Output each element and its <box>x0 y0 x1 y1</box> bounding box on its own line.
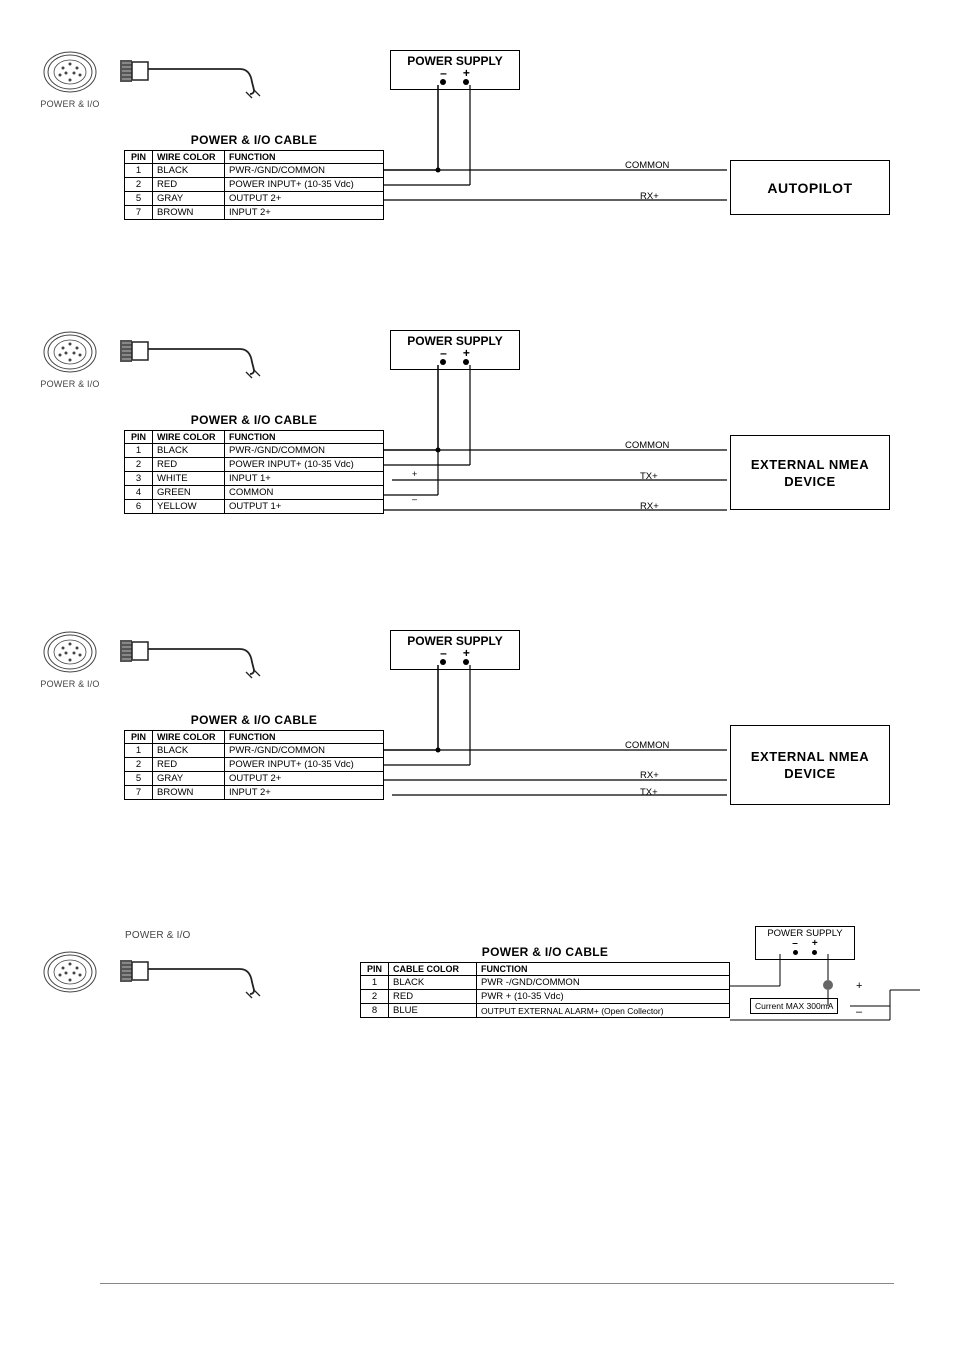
table-row: 1BLACKPWR-/GND/COMMON <box>125 164 384 178</box>
pin-table: PIN WIRE COLOR FUNCTION 1BLACKPWR-/GND/C… <box>124 150 384 220</box>
table-row: 7BROWNINPUT 2+ <box>125 206 384 220</box>
page-footer-rule <box>100 1283 894 1284</box>
table-title: POWER & I/O CABLE <box>124 410 384 430</box>
table-row: 5GRAYOUTPUT 2+ <box>125 192 384 206</box>
power-supply-box: POWER SUPPLY – + <box>755 926 855 960</box>
connector-label: POWER & I/O <box>20 99 120 109</box>
table-row: 2REDPOWER INPUT+ (10-35 Vdc) <box>125 458 384 472</box>
diagram-autopilot: POWER & I/O POWER & I/O CABLE PIN WIRE C… <box>20 50 934 260</box>
signal-label: TX+ <box>640 471 658 482</box>
table-title: POWER & I/O CABLE <box>360 942 730 962</box>
pin-table: PIN WIRE COLOR FUNCTION 1BLACKPWR-/GND/C… <box>124 730 384 800</box>
cable-plug <box>120 950 280 1000</box>
table-row: 4GREENCOMMON <box>125 486 384 500</box>
table-title: POWER & I/O CABLE <box>124 130 384 150</box>
power-supply-box: POWER SUPPLY – + <box>390 330 520 370</box>
cable-plug <box>120 330 280 380</box>
power-supply-box: POWER SUPPLY – + <box>390 50 520 90</box>
connector: POWER & I/O <box>20 630 120 689</box>
cable-plug <box>120 630 280 680</box>
connector-label: POWER & I/O <box>20 379 120 389</box>
signal-label: COMMON <box>625 440 669 451</box>
svg-text:–: – <box>412 494 417 504</box>
power-supply-box: POWER SUPPLY – + <box>390 630 520 670</box>
cable-plug <box>120 50 280 100</box>
table-row: 2REDPWR + (10-35 Vdc) <box>361 990 730 1004</box>
diagram-nmea-2: POWER & I/O POWER & I/O CABLE PIN WIRE C… <box>20 630 934 860</box>
current-note: Current MAX 300mA <box>750 998 838 1014</box>
table-row: 6YELLOWOUTPUT 1+ <box>125 500 384 514</box>
diagram-alarm: POWER & I/O POWER & I/O CABLE PIN CABLE … <box>20 930 934 1070</box>
signal-label: COMMON <box>625 160 669 171</box>
table-row: 2REDPOWER INPUT+ (10-35 Vdc) <box>125 178 384 192</box>
table-row: 1BLACKPWR-/GND/COMMON <box>125 744 384 758</box>
pin-table: PIN CABLE COLOR FUNCTION 1BLACKPWR -/GND… <box>360 962 730 1018</box>
device-box: EXTERNAL NMEA DEVICE <box>730 435 890 510</box>
minus-label: – <box>856 1006 862 1018</box>
svg-text:+: + <box>412 469 417 479</box>
signal-label: TX+ <box>640 787 658 798</box>
device-box: AUTOPILOT <box>730 160 890 215</box>
connector: POWER & I/O <box>20 50 120 109</box>
connector <box>20 950 120 999</box>
signal-label: RX+ <box>640 191 659 202</box>
table-row: 5GRAYOUTPUT 2+ <box>125 772 384 786</box>
diagram-nmea-1: POWER & I/O POWER & I/O CABLE PIN WIRE C… <box>20 330 934 560</box>
table-row: 3WHITEINPUT 1+ <box>125 472 384 486</box>
plus-label: + <box>856 980 862 992</box>
table-row: 1BLACKPWR-/GND/COMMON <box>125 444 384 458</box>
signal-label: RX+ <box>640 501 659 512</box>
connector-label: POWER & I/O <box>125 930 191 941</box>
table-title: POWER & I/O CABLE <box>124 710 384 730</box>
device-box: EXTERNAL NMEA DEVICE <box>730 725 890 805</box>
table-row: 8BLUEOUTPUT EXTERNAL ALARM+ (Open Collec… <box>361 1004 730 1018</box>
connector: POWER & I/O <box>20 330 120 389</box>
table-row: 2REDPOWER INPUT+ (10-35 Vdc) <box>125 758 384 772</box>
connector-label: POWER & I/O <box>20 679 120 689</box>
signal-label: RX+ <box>640 770 659 781</box>
signal-label: COMMON <box>625 740 669 751</box>
table-row: 1BLACKPWR -/GND/COMMON <box>361 976 730 990</box>
table-row: 7BROWNINPUT 2+ <box>125 786 384 800</box>
pin-table: PIN WIRE COLOR FUNCTION 1BLACKPWR-/GND/C… <box>124 430 384 514</box>
